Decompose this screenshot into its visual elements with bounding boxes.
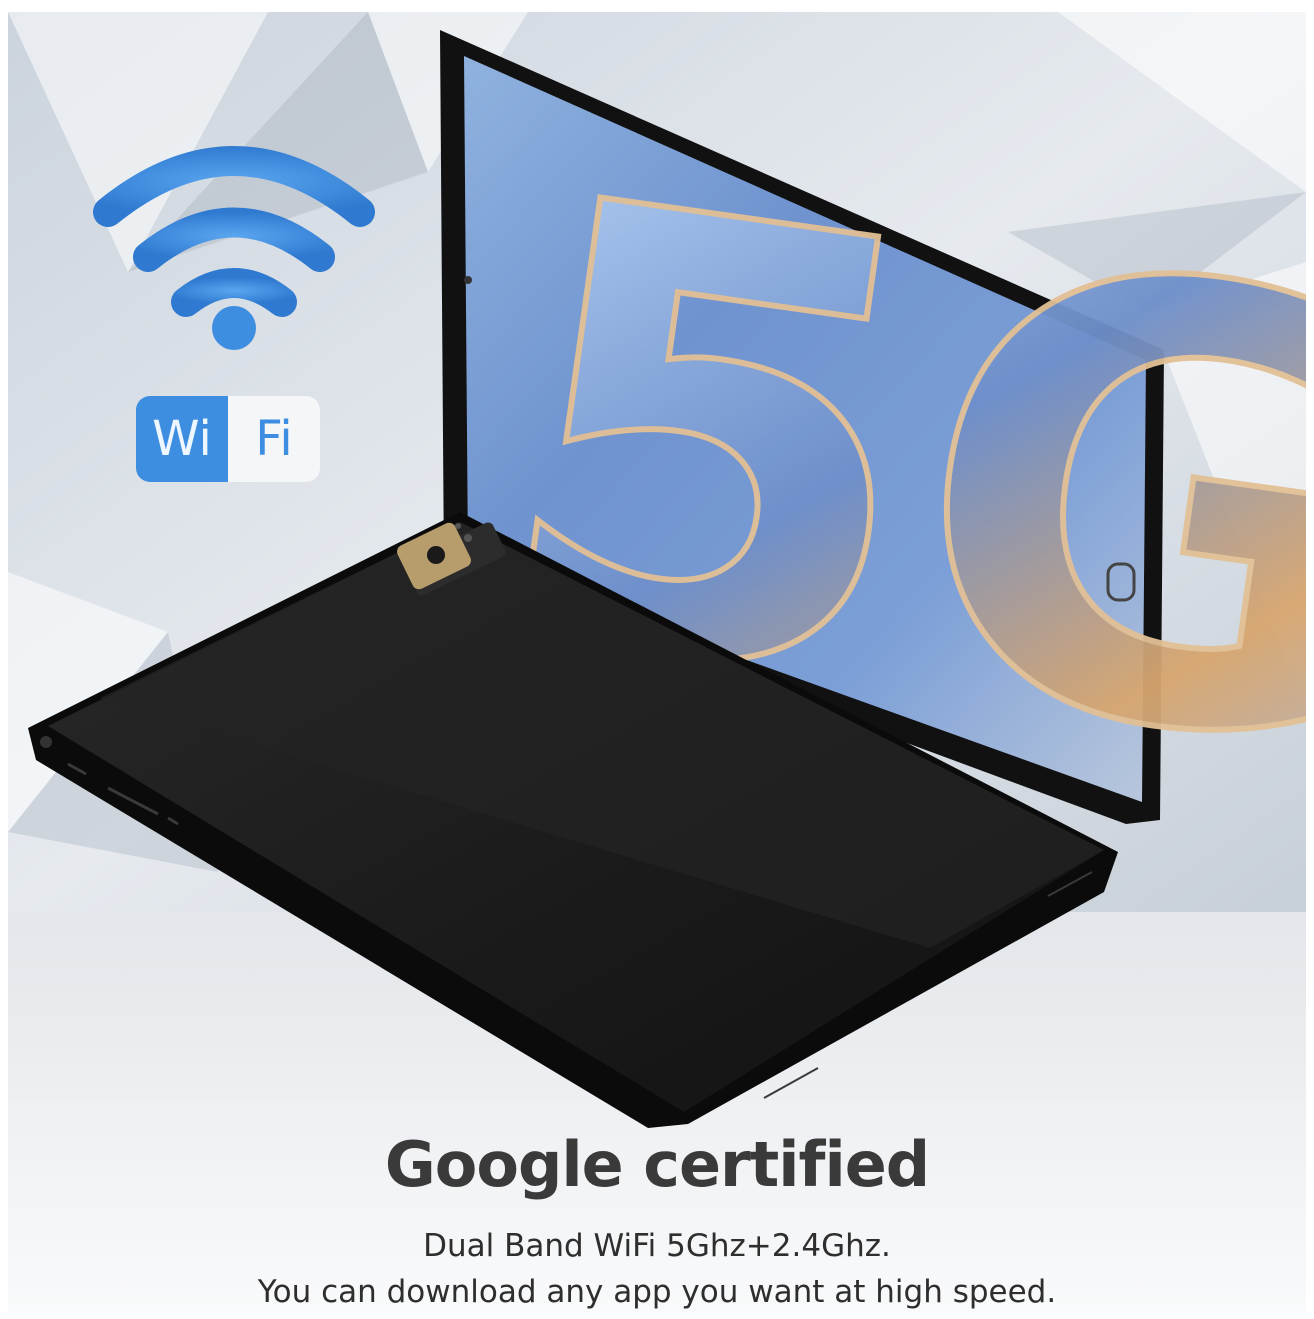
wifi-badge-left: Wi xyxy=(136,396,228,482)
wifi-badge: Wi Fi xyxy=(136,396,320,482)
caption-line-2: You can download any app you want at hig… xyxy=(257,1274,1057,1310)
caption-title: Google certified xyxy=(384,1128,930,1201)
product-image: 5G Wi Fi Google certified Dual Band WiFi… xyxy=(8,12,1306,1312)
caption-line-1: Dual Band WiFi 5Ghz+2.4Ghz. xyxy=(423,1228,891,1264)
wifi-badge-right: Fi xyxy=(228,396,320,482)
scene: 5G xyxy=(8,12,1306,1312)
